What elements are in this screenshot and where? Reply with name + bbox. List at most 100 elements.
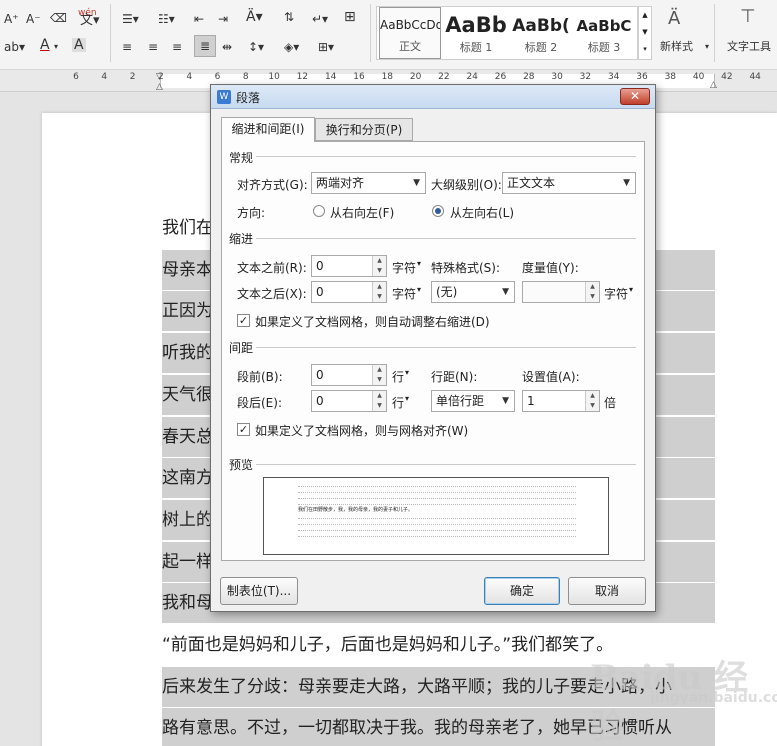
clear-format-icon[interactable]: ⌫ — [50, 11, 67, 25]
new-style-label[interactable]: 新样式 — [660, 40, 693, 54]
spin-buttons[interactable]: ▲ ▼ — [372, 391, 386, 411]
space-after-unit[interactable]: 行 — [392, 394, 404, 411]
spin-down-icon[interactable]: ▼ — [373, 401, 386, 411]
style-heading1[interactable]: AaBb 标题 1 — [443, 7, 509, 59]
style-normal[interactable]: AaBbCcDd 正文 — [379, 7, 441, 59]
auto-right-indent-checkbox[interactable]: ✓ — [237, 314, 250, 327]
spin-down-icon[interactable]: ▼ — [373, 266, 386, 276]
font-color-icon[interactable]: A — [40, 38, 50, 52]
tab-line-page-break[interactable]: 换行和分页(P) — [315, 118, 413, 141]
line-spacing-select[interactable]: 单倍行距 ▼ — [431, 390, 515, 412]
char-shading-icon[interactable]: A — [72, 38, 86, 52]
indent-before-input[interactable]: 0 ▲ ▼ — [311, 255, 387, 277]
style-heading3-sample: AaBbC — [576, 17, 632, 35]
text-tools-icon[interactable]: ⊤ — [740, 8, 756, 26]
rtl-label[interactable]: 从右向左(F) — [330, 204, 394, 221]
text-tools-label[interactable]: 文字工具 — [727, 40, 771, 54]
ruler-number: 6 — [73, 72, 79, 82]
tab-indent-spacing[interactable]: 缩进和间距(I) — [221, 117, 315, 142]
grow-font-icon[interactable]: A⁺ — [4, 12, 19, 26]
snap-to-grid-label[interactable]: 如果定义了文档网格，则与网格对齐(W) — [255, 422, 468, 439]
spin-up-icon[interactable]: ▲ — [586, 282, 599, 292]
tab-stops-button[interactable]: 制表位(T)... — [220, 577, 298, 605]
right-indent-icon[interactable]: △ — [710, 80, 717, 90]
indent-before-unit[interactable]: 字符 — [392, 259, 416, 276]
shrink-font-icon[interactable]: A⁻ — [26, 12, 41, 26]
new-style-icon[interactable]: Ä — [668, 10, 680, 28]
new-style-dropdown-icon[interactable]: ▾ — [705, 40, 709, 54]
measure-unit[interactable]: 字符 — [604, 285, 628, 302]
ruler-number: 16 — [353, 72, 365, 82]
unit-dropdown-icon[interactable]: ▾ — [405, 394, 409, 403]
align-value: 两端对齐 — [316, 176, 365, 190]
spin-down-icon[interactable]: ▼ — [373, 375, 386, 385]
align-select[interactable]: 两端对齐 ▼ — [311, 172, 426, 194]
align-left-icon[interactable]: ≡ — [122, 40, 132, 54]
borders-icon[interactable]: ⊞▾ — [318, 40, 334, 54]
indent-after-input[interactable]: 0 ▲ ▼ — [311, 281, 387, 303]
divider — [714, 4, 715, 62]
doc-line[interactable]: 我们在 — [162, 208, 213, 248]
highlight-icon[interactable]: ab▾ — [4, 40, 25, 54]
cancel-button[interactable]: 取消 — [568, 577, 646, 605]
sort-icon[interactable]: ⇅ — [284, 10, 294, 24]
style-heading3-label: 标题 3 — [587, 41, 621, 54]
spin-buttons[interactable]: ▲ ▼ — [372, 282, 386, 302]
table-icon[interactable]: ⊞ — [344, 10, 356, 24]
preview-line — [298, 486, 576, 488]
align-center-icon[interactable]: ≡ — [148, 40, 158, 54]
set-value-input[interactable]: 1 ▲ ▼ — [522, 390, 600, 412]
spin-up-icon[interactable]: ▲ — [373, 365, 386, 375]
show-marks-icon[interactable]: ↵▾ — [312, 12, 328, 26]
text-direction-icon[interactable]: Ä▾ — [246, 10, 263, 24]
decrease-indent-icon[interactable]: ⇤ — [194, 12, 204, 26]
spin-buttons[interactable]: ▲ ▼ — [372, 365, 386, 385]
close-button[interactable]: ✕ — [620, 88, 650, 105]
shading-icon[interactable]: ◈▾ — [284, 40, 299, 54]
unit-dropdown-icon[interactable]: ▾ — [417, 259, 421, 268]
spin-up-icon[interactable]: ▲ — [586, 391, 599, 401]
space-after-input[interactable]: 0 ▲ ▼ — [311, 390, 387, 412]
indent-marker-icon[interactable]: ▽ — [156, 72, 163, 82]
spin-up-icon[interactable]: ▲ — [373, 391, 386, 401]
spin-buttons[interactable]: ▲ ▼ — [372, 256, 386, 276]
space-before-input[interactable]: 0 ▲ ▼ — [311, 364, 387, 386]
indent-after-unit[interactable]: 字符 — [392, 285, 416, 302]
spin-down-icon[interactable]: ▼ — [373, 292, 386, 302]
spin-up-icon[interactable]: ▲ — [373, 282, 386, 292]
hanging-indent-icon[interactable]: △ — [156, 82, 163, 92]
style-gallery-scroll[interactable]: ▲ ▼ ▾ — [638, 6, 652, 60]
distribute-icon[interactable]: ⇹ — [222, 40, 232, 54]
style-heading3[interactable]: AaBbC 标题 3 — [573, 7, 635, 59]
rtl-radio[interactable] — [313, 205, 325, 217]
ltr-label[interactable]: 从左向右(L) — [450, 204, 514, 221]
style-heading2[interactable]: AaBb( 标题 2 — [509, 7, 573, 59]
dialog-title: 段落 — [236, 91, 261, 105]
align-right-icon[interactable]: ≡ — [172, 40, 182, 54]
auto-right-indent-label[interactable]: 如果定义了文档网格，则自动调整右缩进(D) — [255, 313, 490, 330]
numbered-list-icon[interactable]: ☷▾ — [158, 12, 175, 26]
doc-line[interactable]: “前面也是妈妈和儿子，后面也是妈妈和儿子。”我们都笑了。 — [162, 625, 613, 665]
spin-buttons[interactable]: ▲ ▼ — [585, 391, 599, 411]
unit-dropdown-icon[interactable]: ▾ — [629, 285, 633, 294]
space-before-unit[interactable]: 行 — [392, 368, 404, 385]
bullet-list-icon[interactable]: ☰▾ — [122, 12, 139, 26]
snap-to-grid-checkbox[interactable]: ✓ — [237, 423, 250, 436]
font-color-dropdown-icon[interactable]: ▾ — [54, 40, 58, 54]
line-spacing-icon[interactable]: ↕▾ — [248, 40, 264, 54]
watermark: Baidu 经验 jingyan.baidu.com — [590, 650, 777, 746]
spin-up-icon[interactable]: ▲ — [373, 256, 386, 266]
special-format-select[interactable]: (无) ▼ — [431, 281, 515, 303]
spin-down-icon[interactable]: ▼ — [586, 292, 599, 302]
spin-buttons[interactable]: ▲ ▼ — [585, 282, 599, 302]
unit-dropdown-icon[interactable]: ▾ — [417, 285, 421, 294]
unit-dropdown-icon[interactable]: ▾ — [405, 368, 409, 377]
ltr-radio[interactable] — [432, 205, 444, 217]
measure-input[interactable]: ▲ ▼ — [522, 281, 600, 303]
spin-down-icon[interactable]: ▼ — [586, 401, 599, 411]
dialog-titlebar[interactable]: W 段落 ✕ — [211, 85, 655, 109]
increase-indent-icon[interactable]: ⇥ — [218, 12, 228, 26]
outline-select[interactable]: 正文文本 ▼ — [502, 172, 636, 194]
justify-icon[interactable]: ≣ — [194, 35, 216, 57]
ok-button[interactable]: 确定 — [484, 577, 560, 605]
